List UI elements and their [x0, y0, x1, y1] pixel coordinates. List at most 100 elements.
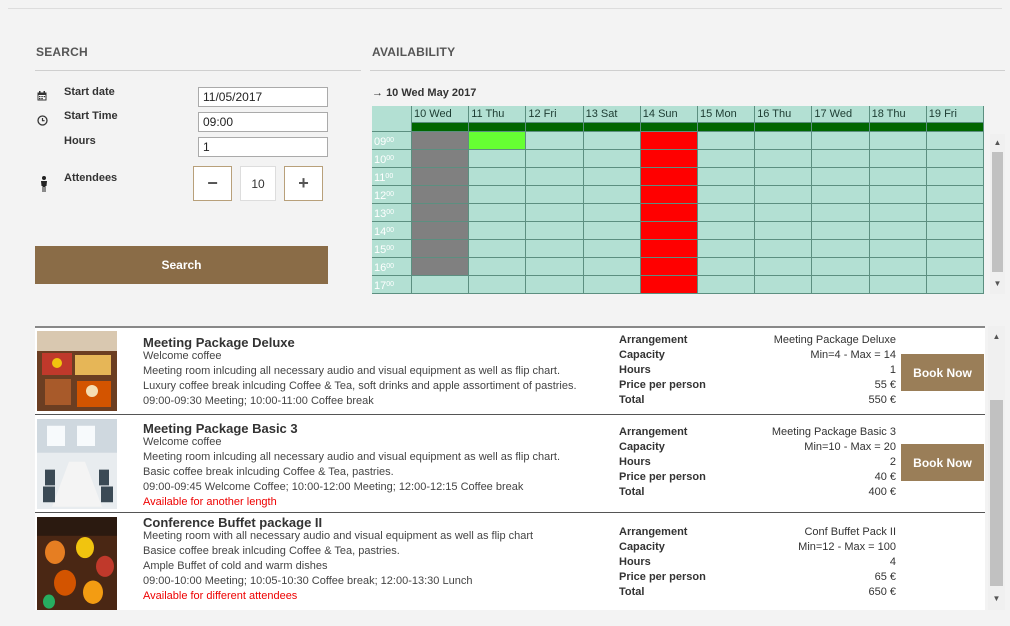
- slot-cell[interactable]: [926, 132, 984, 150]
- day-header[interactable]: 13 Sat: [583, 106, 641, 123]
- day-header[interactable]: 10 Wed: [412, 106, 470, 123]
- slot-cell[interactable]: [526, 240, 584, 258]
- slot-cell[interactable]: [812, 186, 870, 204]
- slot-cell[interactable]: [526, 258, 584, 276]
- hours-input[interactable]: 1: [198, 137, 328, 157]
- slot-cell[interactable]: [412, 276, 470, 294]
- slot-cell[interactable]: [869, 240, 927, 258]
- slot-cell[interactable]: [583, 186, 641, 204]
- start-time-input[interactable]: 09:00: [198, 112, 328, 132]
- slot-cell[interactable]: [698, 132, 756, 150]
- slot-cell[interactable]: [755, 150, 813, 168]
- slot-cell[interactable]: [412, 240, 470, 258]
- decrement-attendees-button[interactable]: −: [193, 166, 232, 201]
- scroll-down-icon[interactable]: ▼: [990, 279, 1005, 288]
- slot-cell[interactable]: [469, 222, 527, 240]
- slot-cell[interactable]: [412, 258, 470, 276]
- slot-cell[interactable]: [583, 168, 641, 186]
- slot-cell[interactable]: [526, 168, 584, 186]
- search-button[interactable]: Search: [35, 246, 328, 284]
- slot-cell[interactable]: [469, 258, 527, 276]
- slot-cell[interactable]: [755, 168, 813, 186]
- slot-cell[interactable]: [640, 168, 698, 186]
- slot-cell[interactable]: [926, 258, 984, 276]
- slot-cell[interactable]: [583, 276, 641, 294]
- slot-cell[interactable]: [469, 204, 527, 222]
- slot-cell[interactable]: [640, 132, 698, 150]
- slot-cell[interactable]: [812, 258, 870, 276]
- slot-cell[interactable]: [583, 240, 641, 258]
- slot-cell[interactable]: [412, 222, 470, 240]
- slot-cell[interactable]: [583, 222, 641, 240]
- slot-cell[interactable]: [812, 204, 870, 222]
- slot-cell[interactable]: [526, 150, 584, 168]
- slot-cell[interactable]: [869, 222, 927, 240]
- slot-cell[interactable]: [755, 276, 813, 294]
- slot-cell[interactable]: [755, 258, 813, 276]
- slot-cell[interactable]: [640, 222, 698, 240]
- slot-cell[interactable]: [412, 168, 470, 186]
- day-header[interactable]: 14 Sun: [640, 106, 698, 123]
- slot-cell[interactable]: [583, 132, 641, 150]
- slot-cell[interactable]: [755, 132, 813, 150]
- slot-cell[interactable]: [812, 276, 870, 294]
- book-now-button[interactable]: Book Now: [901, 444, 984, 481]
- start-date-input[interactable]: 11/05/2017: [198, 87, 328, 107]
- slot-cell[interactable]: [869, 168, 927, 186]
- slot-cell[interactable]: [698, 186, 756, 204]
- slot-cell[interactable]: [698, 258, 756, 276]
- slot-cell[interactable]: [926, 186, 984, 204]
- slot-cell[interactable]: [640, 150, 698, 168]
- slot-cell[interactable]: [698, 240, 756, 258]
- slot-cell[interactable]: [926, 276, 984, 294]
- slot-cell[interactable]: [526, 132, 584, 150]
- slot-cell[interactable]: [469, 186, 527, 204]
- scroll-up-icon[interactable]: ▲: [990, 138, 1005, 147]
- slot-cell[interactable]: [926, 204, 984, 222]
- day-header[interactable]: 15 Mon: [698, 106, 756, 123]
- slot-cell[interactable]: [698, 276, 756, 294]
- day-header[interactable]: 19 Fri: [926, 106, 984, 123]
- increment-attendees-button[interactable]: +: [284, 166, 323, 201]
- slot-cell[interactable]: [469, 276, 527, 294]
- slot-cell[interactable]: [755, 204, 813, 222]
- slot-cell[interactable]: [755, 240, 813, 258]
- slot-cell[interactable]: [698, 222, 756, 240]
- slot-cell[interactable]: [412, 150, 470, 168]
- slot-cell[interactable]: [926, 240, 984, 258]
- slot-cell[interactable]: [755, 222, 813, 240]
- day-header[interactable]: 11 Thu: [469, 106, 527, 123]
- slot-cell[interactable]: [698, 150, 756, 168]
- slot-cell[interactable]: [926, 222, 984, 240]
- arrow-right-icon[interactable]: →: [372, 87, 383, 99]
- slot-cell[interactable]: [583, 150, 641, 168]
- slot-cell[interactable]: [469, 132, 527, 150]
- slot-cell[interactable]: [526, 222, 584, 240]
- slot-cell[interactable]: [412, 132, 470, 150]
- slot-cell[interactable]: [869, 132, 927, 150]
- scroll-down-icon[interactable]: ▼: [988, 594, 1005, 603]
- slot-cell[interactable]: [869, 276, 927, 294]
- slot-cell[interactable]: [812, 132, 870, 150]
- slot-cell[interactable]: [869, 258, 927, 276]
- slot-cell[interactable]: [526, 204, 584, 222]
- day-header[interactable]: 18 Thu: [869, 106, 927, 123]
- book-now-button[interactable]: Book Now: [901, 354, 984, 391]
- slot-cell[interactable]: [412, 204, 470, 222]
- slot-cell[interactable]: [698, 204, 756, 222]
- day-header[interactable]: 17 Wed: [812, 106, 870, 123]
- slot-cell[interactable]: [812, 150, 870, 168]
- slot-cell[interactable]: [698, 168, 756, 186]
- slot-cell[interactable]: [640, 240, 698, 258]
- scroll-up-icon[interactable]: ▲: [988, 332, 1005, 341]
- slot-cell[interactable]: [469, 240, 527, 258]
- slot-cell[interactable]: [640, 186, 698, 204]
- scroll-thumb[interactable]: [990, 400, 1003, 586]
- slot-cell[interactable]: [469, 150, 527, 168]
- slot-cell[interactable]: [640, 258, 698, 276]
- scroll-thumb[interactable]: [992, 152, 1003, 272]
- day-header[interactable]: 16 Thu: [755, 106, 813, 123]
- slot-cell[interactable]: [412, 186, 470, 204]
- slot-cell[interactable]: [755, 186, 813, 204]
- attendees-value[interactable]: 10: [240, 166, 276, 201]
